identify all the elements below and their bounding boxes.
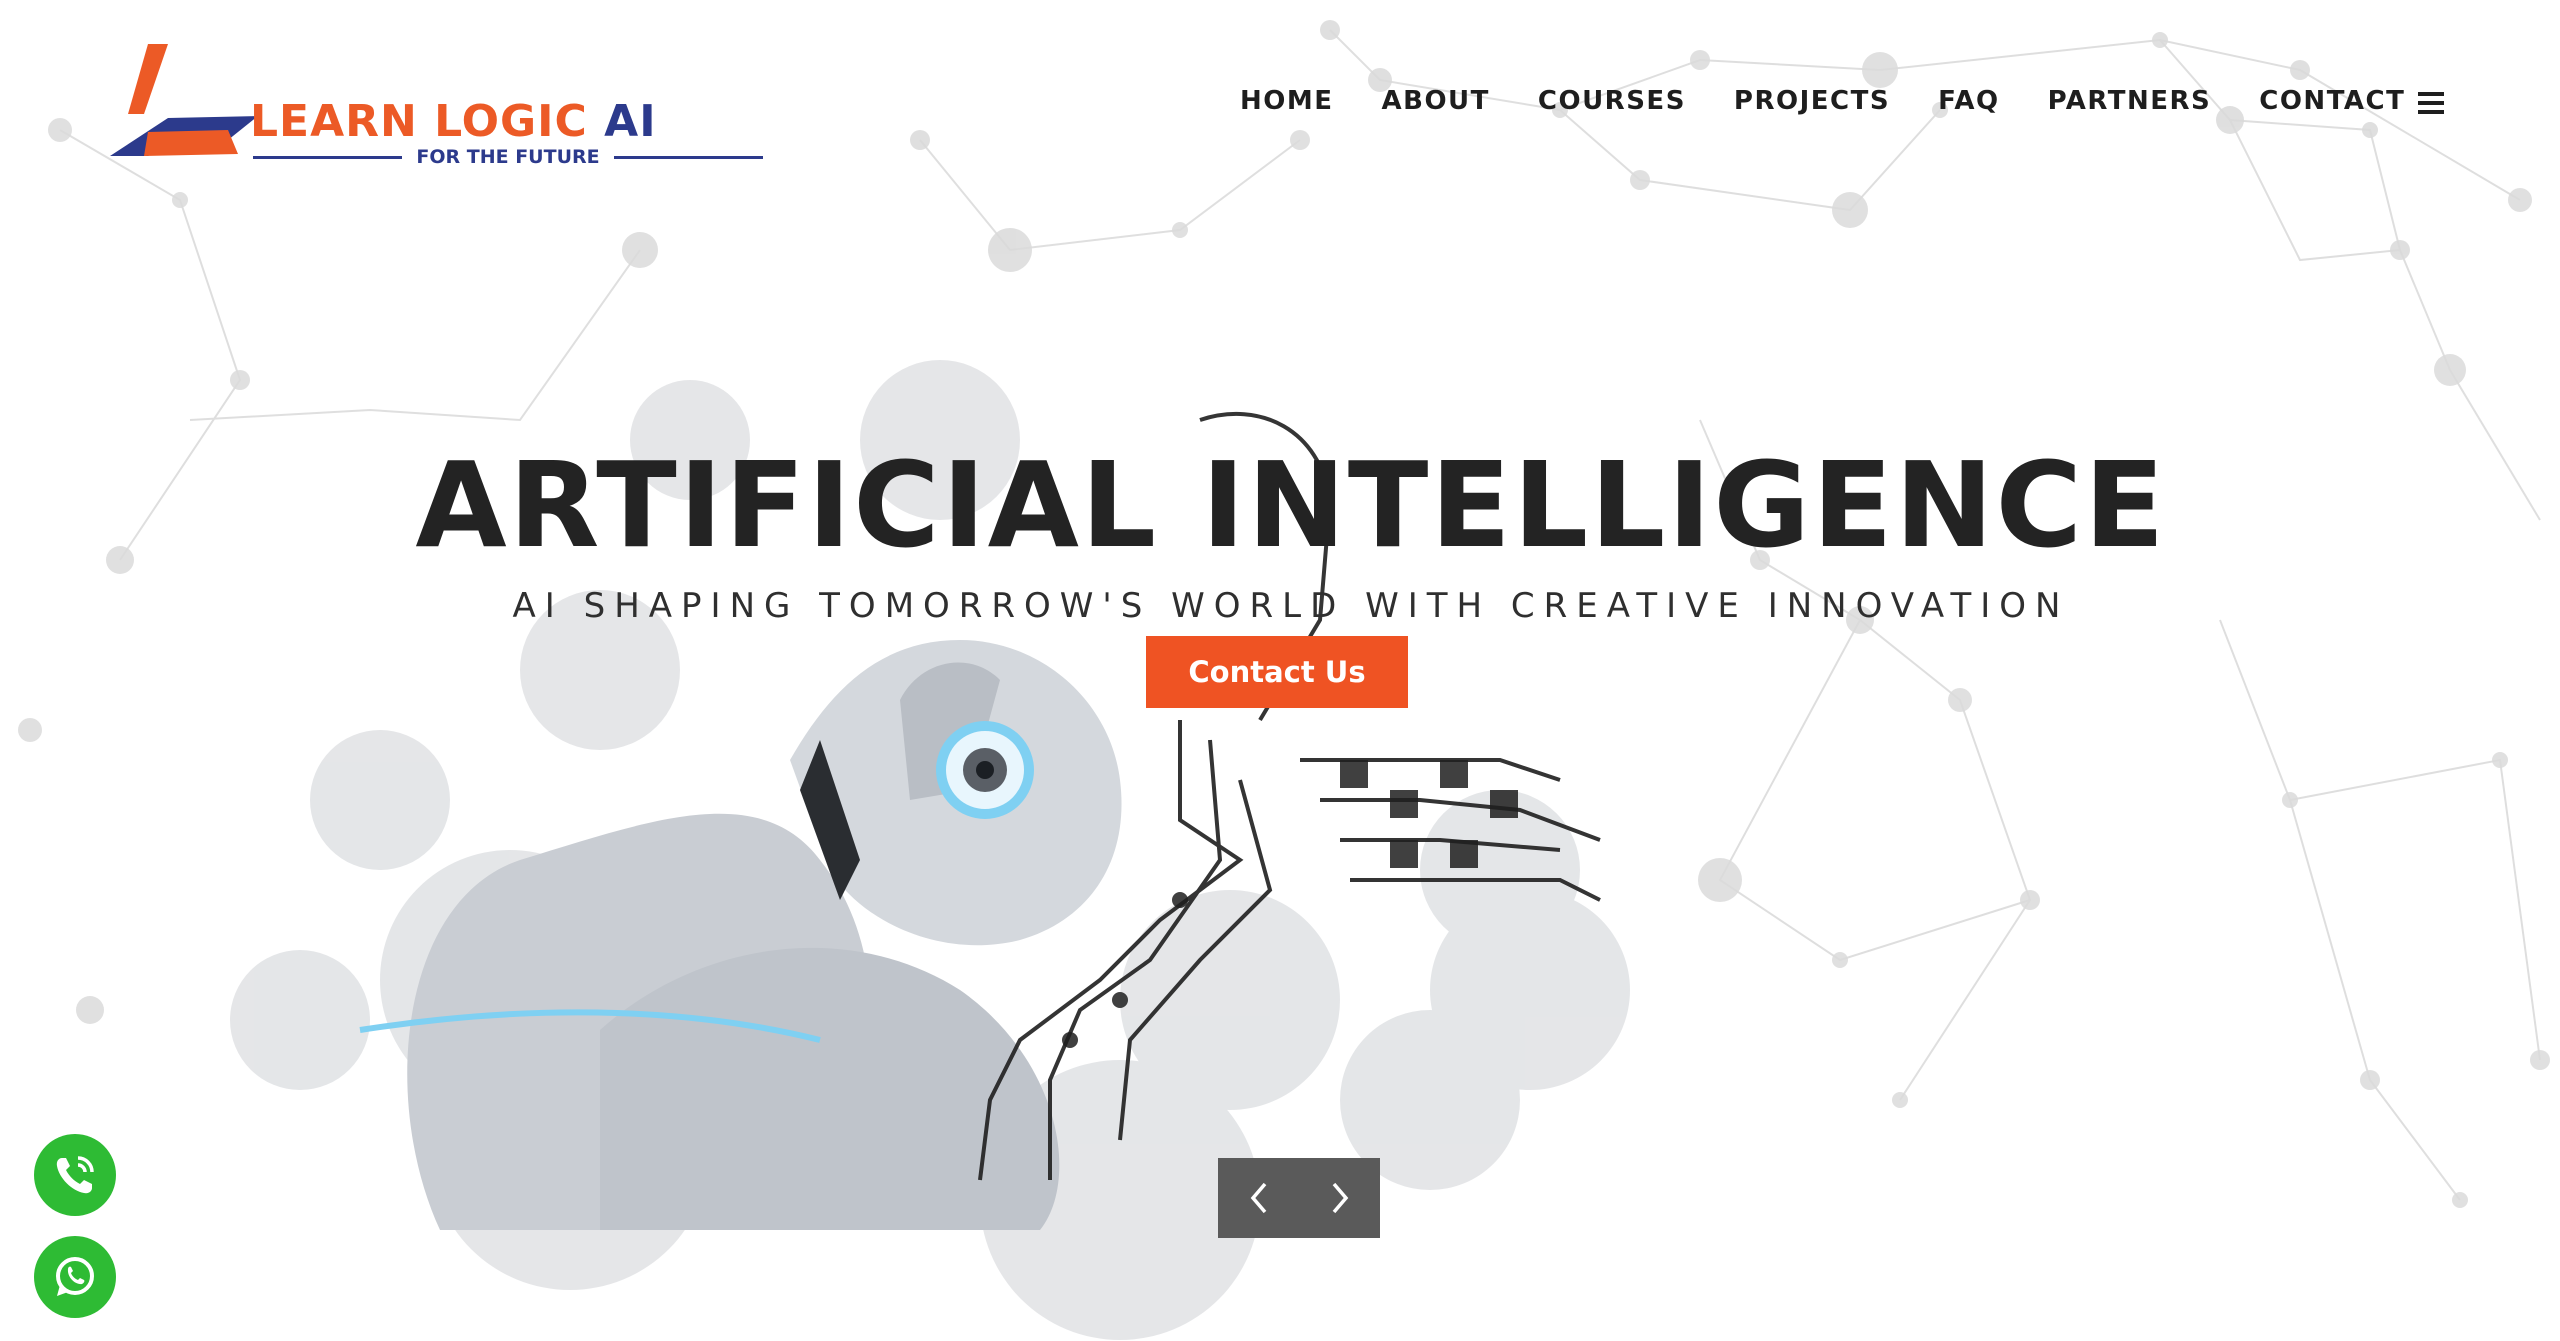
chevron-right-icon: [1332, 1182, 1348, 1214]
contact-us-button[interactable]: Contact Us: [1146, 636, 1408, 708]
whatsapp-icon: [56, 1257, 94, 1296]
main-navigation: HOME ABOUT COURSES PROJECTS FAQ PARTNERS…: [1240, 86, 2405, 116]
slider-next-button[interactable]: [1299, 1158, 1380, 1238]
nav-home[interactable]: HOME: [1240, 86, 1334, 116]
chevron-left-icon: [1250, 1182, 1266, 1214]
brand-tagline: FOR THE FUTURE: [253, 146, 763, 168]
nav-projects[interactable]: PROJECTS: [1734, 86, 1890, 116]
nav-about[interactable]: ABOUT: [1382, 86, 1490, 116]
logo-mark-icon: [110, 44, 258, 156]
brand-name: LEARN LOGIC AI: [250, 96, 657, 147]
phone-call-icon: [56, 1156, 94, 1194]
slider-controls: [1218, 1158, 1380, 1238]
brand-logo[interactable]: LEARN LOGIC AI FOR THE FUTURE: [108, 44, 763, 174]
hero-title: ARTIFICIAL INTELLIGENCE: [415, 436, 2167, 574]
slider-prev-button[interactable]: [1218, 1158, 1299, 1238]
nav-partners[interactable]: PARTNERS: [2048, 86, 2212, 116]
nav-faq[interactable]: FAQ: [1938, 86, 2000, 116]
floating-call-button[interactable]: [34, 1134, 116, 1216]
nav-courses[interactable]: COURSES: [1538, 86, 1686, 116]
floating-whatsapp-button[interactable]: [34, 1236, 116, 1318]
hamburger-icon[interactable]: [2418, 92, 2444, 114]
nav-contact[interactable]: CONTACT: [2259, 86, 2405, 116]
hero-subtitle: AI SHAPING TOMORROW'S WORLD WITH CREATIV…: [512, 586, 2070, 626]
